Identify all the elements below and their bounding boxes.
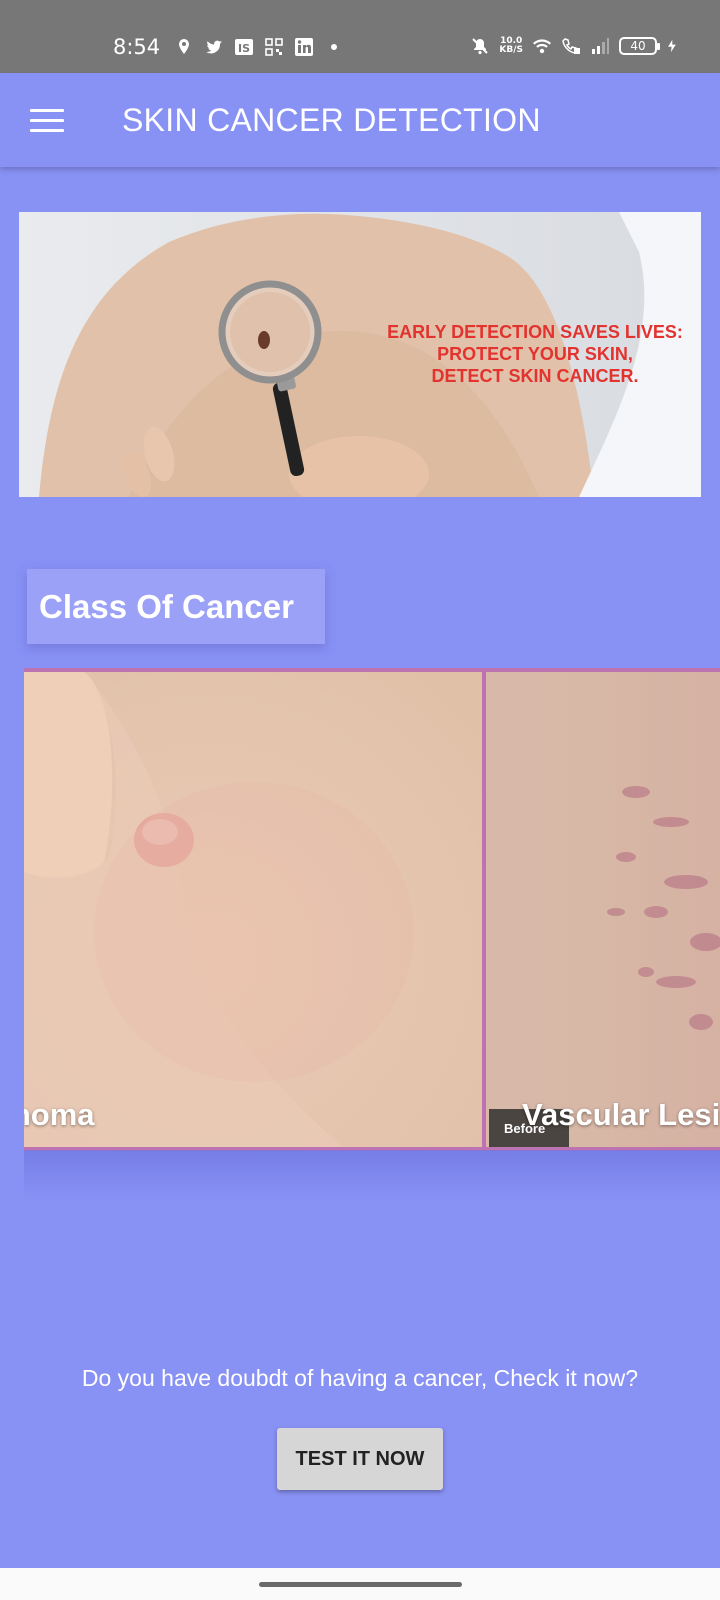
location-icon xyxy=(179,39,189,54)
twitter-icon xyxy=(206,40,222,54)
app-bar: SKIN CANCER DETECTION xyxy=(0,73,720,167)
qr-icon xyxy=(265,38,283,56)
card-image xyxy=(24,672,414,1147)
mute-icon xyxy=(472,38,489,55)
hamburger-icon xyxy=(30,109,64,112)
volte-icon xyxy=(562,38,580,54)
system-icons: 10.0 KB/S 40 xyxy=(470,33,680,59)
status-bar: 8:54 IS 10.0 KB/S 40 xyxy=(0,0,720,73)
card-image xyxy=(607,786,720,1030)
is-app-icon: IS xyxy=(235,39,253,55)
cancer-class-card[interactable]: cinoma xyxy=(24,668,494,1151)
check-prompt: Do you have doubdt of having a cancer, C… xyxy=(81,1365,639,1391)
banner-tagline: EARLY DETECTION SAVES LIVES: PROTECT YOU… xyxy=(359,321,701,387)
cancer-class-card[interactable]: Before Vascular Lesi xyxy=(482,668,720,1151)
banner-line-3: DETECT SKIN CANCER. xyxy=(431,366,639,386)
menu-button[interactable] xyxy=(30,109,64,133)
card-label: Vascular Lesi xyxy=(522,1097,720,1132)
carousel-shadow xyxy=(24,1150,720,1200)
svg-text:IS: IS xyxy=(238,42,250,55)
section-title-box: Class Of Cancer xyxy=(27,569,325,644)
test-it-now-button[interactable]: TEST IT NOW xyxy=(277,1428,443,1490)
net-speed: 10.0 KB/S xyxy=(499,36,523,55)
dot-icon xyxy=(331,44,337,50)
card-label: cinoma xyxy=(24,1097,95,1132)
status-time: 8:54 xyxy=(113,35,161,59)
signal-icon xyxy=(592,38,609,54)
gesture-handle[interactable] xyxy=(259,1582,462,1587)
linkedin-icon xyxy=(295,38,313,56)
wifi-icon xyxy=(533,39,551,54)
banner-line-2: PROTECT YOUR SKIN, xyxy=(437,344,633,364)
navigation-bar xyxy=(0,1568,720,1600)
section-title: Class Of Cancer xyxy=(39,588,294,625)
notification-icons: IS xyxy=(174,35,344,59)
banner-line-1: EARLY DETECTION SAVES LIVES: xyxy=(387,322,683,342)
app-title: SKIN CANCER DETECTION xyxy=(122,102,541,138)
battery-icon: 40 xyxy=(619,37,660,55)
charging-icon xyxy=(668,39,676,53)
hero-banner: EARLY DETECTION SAVES LIVES: PROTECT YOU… xyxy=(19,212,701,497)
cancer-class-carousel[interactable]: cinoma Before Vascular Lesi xyxy=(24,668,720,1154)
